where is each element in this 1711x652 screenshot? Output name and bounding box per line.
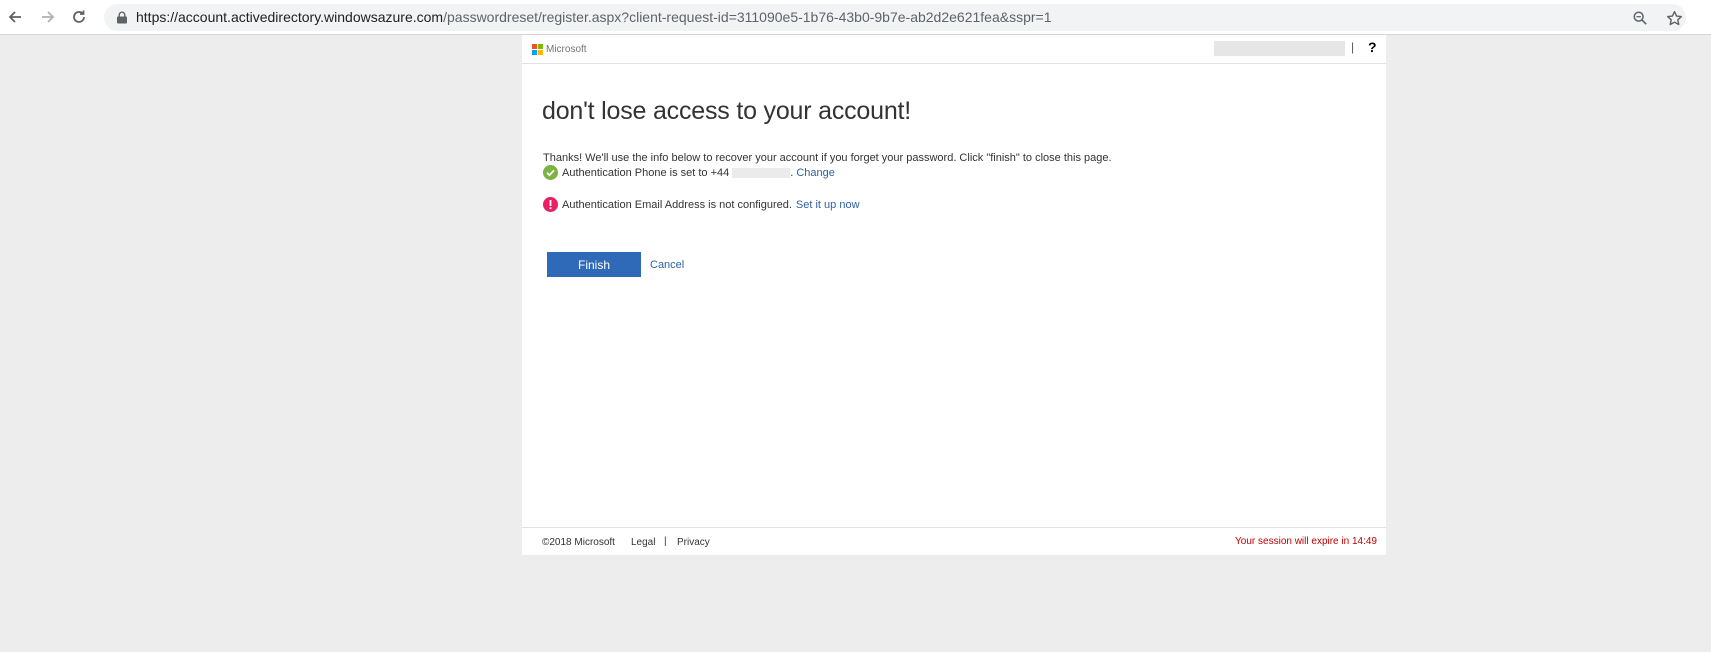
page-title: don't lose access to your account! xyxy=(542,97,912,125)
url-path: /passwordreset/register.aspx?client-requ… xyxy=(443,9,1052,25)
footer-separator: | xyxy=(664,536,667,547)
url-host: https://account.activedirectory.windowsa… xyxy=(136,9,444,25)
arrow-left-icon xyxy=(8,11,21,23)
phone-status-text: Authentication Phone is set to +44 xyxy=(562,166,730,179)
finish-button[interactable]: Finish xyxy=(547,252,641,277)
phone-status-row: Authentication Phone is set to +44 . Cha… xyxy=(543,165,835,180)
session-expiry-notice: Your session will expire in 14:49 xyxy=(1235,536,1377,547)
zoom-button[interactable] xyxy=(1630,8,1650,28)
user-account-redacted[interactable] xyxy=(1214,41,1345,56)
star-icon xyxy=(1666,10,1682,25)
change-phone-link[interactable]: Change xyxy=(796,167,835,179)
magnifier-icon xyxy=(1633,11,1647,25)
logo-square-red xyxy=(532,44,537,49)
help-button[interactable]: ? xyxy=(1368,39,1377,55)
forward-button[interactable] xyxy=(37,6,59,28)
logo-square-green xyxy=(538,44,543,49)
email-status-row: Authentication Email Address is not conf… xyxy=(543,197,860,212)
browser-toolbar: https://account.activedirectory.windowsa… xyxy=(0,0,1711,35)
microsoft-brand-text: Microsoft xyxy=(546,44,587,55)
exclamation-circle-icon xyxy=(543,197,558,212)
email-status-text: Authentication Email Address is not conf… xyxy=(562,198,792,211)
reload-button[interactable] xyxy=(68,6,90,28)
copyright-text: ©2018 Microsoft xyxy=(542,537,615,548)
card-header: Microsoft | ? xyxy=(522,35,1386,64)
microsoft-logo: Microsoft xyxy=(532,44,587,55)
card-footer: ©2018 Microsoft Legal | Privacy Your ses… xyxy=(522,527,1386,555)
bookmark-button[interactable] xyxy=(1664,8,1684,28)
privacy-link[interactable]: Privacy xyxy=(677,537,710,548)
intro-text: Thanks! We'll use the info below to reco… xyxy=(543,152,1112,164)
logo-square-blue xyxy=(532,50,537,55)
reload-icon xyxy=(73,10,85,23)
legal-link[interactable]: Legal xyxy=(631,537,655,548)
registration-card: Microsoft | ? don't lose access to your … xyxy=(522,35,1386,555)
checkmark-circle-icon xyxy=(543,165,558,180)
session-timer: 14:49 xyxy=(1351,536,1377,547)
microsoft-logo-icon xyxy=(532,44,543,55)
phone-status-suffix: . xyxy=(790,166,794,179)
lock-icon xyxy=(117,11,127,24)
phone-number-redacted xyxy=(732,167,791,178)
logo-square-yellow xyxy=(538,50,543,55)
back-button[interactable] xyxy=(4,6,26,28)
address-bar[interactable]: https://account.activedirectory.windowsa… xyxy=(104,4,1686,31)
url-text[interactable]: https://account.activedirectory.windowsa… xyxy=(136,9,1051,25)
header-separator: | xyxy=(1351,40,1355,54)
session-expiry-prefix: Your session will expire in xyxy=(1235,536,1350,547)
set-up-email-link[interactable]: Set it up now xyxy=(796,199,860,211)
cancel-link[interactable]: Cancel xyxy=(650,259,684,271)
arrow-right-icon xyxy=(42,11,55,23)
